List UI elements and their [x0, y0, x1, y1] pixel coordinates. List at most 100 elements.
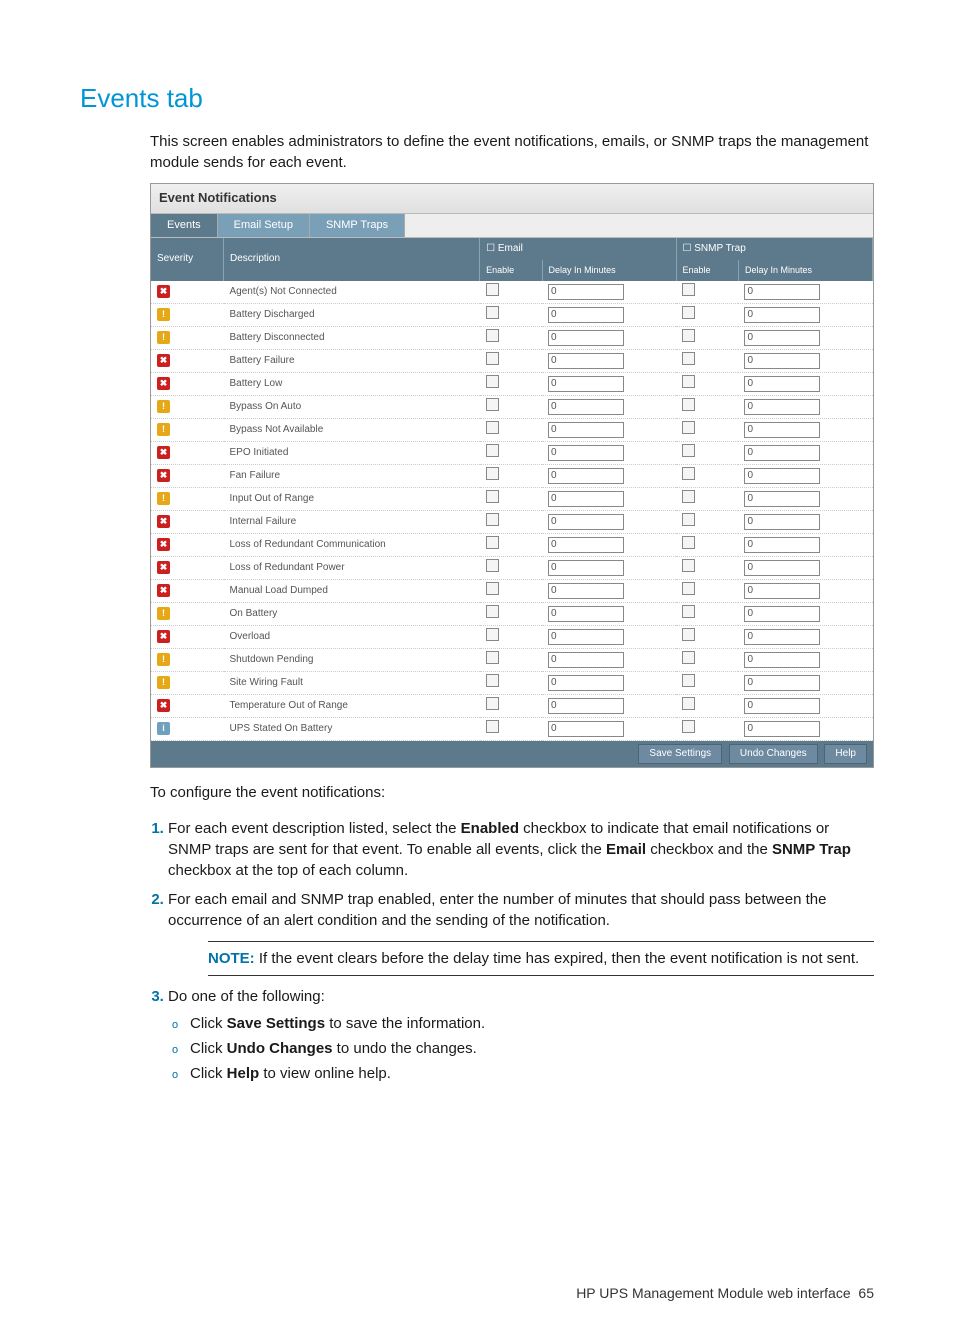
event-description: Loss of Redundant Communication [224, 533, 480, 556]
tab-snmp-traps[interactable]: SNMP Traps [310, 214, 405, 237]
tab-email-setup[interactable]: Email Setup [218, 214, 310, 237]
email-delay-input[interactable]: 0 [548, 376, 624, 392]
snmp-delay-input[interactable]: 0 [744, 537, 820, 553]
email-enable-checkbox[interactable] [486, 398, 499, 411]
email-enable-checkbox[interactable] [486, 467, 499, 480]
email-enable-checkbox[interactable] [486, 444, 499, 457]
snmp-enable-checkbox[interactable] [682, 329, 695, 342]
email-enable-checkbox[interactable] [486, 306, 499, 319]
email-delay-input[interactable]: 0 [548, 422, 624, 438]
snmp-enable-checkbox[interactable] [682, 628, 695, 641]
email-delay-input[interactable]: 0 [548, 399, 624, 415]
email-enable-checkbox[interactable] [486, 582, 499, 595]
email-enable-checkbox[interactable] [486, 605, 499, 618]
tab-events[interactable]: Events [151, 214, 218, 237]
snmp-enable-checkbox[interactable] [682, 605, 695, 618]
footer-text: HP UPS Management Module web interface [576, 1285, 850, 1301]
email-delay-input[interactable]: 0 [548, 698, 624, 714]
email-enable-checkbox[interactable] [486, 283, 499, 296]
email-delay-input[interactable]: 0 [548, 652, 624, 668]
email-delay-input[interactable]: 0 [548, 445, 624, 461]
step-1: For each event description listed, selec… [168, 818, 874, 881]
email-delay-input[interactable]: 0 [548, 583, 624, 599]
snmp-delay-input[interactable]: 0 [744, 721, 820, 737]
snmp-delay-input[interactable]: 0 [744, 606, 820, 622]
event-description: Internal Failure [224, 510, 480, 533]
undo-changes-button[interactable]: Undo Changes [729, 744, 818, 764]
snmp-enable-checkbox[interactable] [682, 283, 695, 296]
email-delay-input[interactable]: 0 [548, 560, 624, 576]
table-row: ✖Manual Load Dumped00 [151, 579, 873, 602]
email-delay-input[interactable]: 0 [548, 491, 624, 507]
snmp-enable-checkbox[interactable] [682, 674, 695, 687]
email-delay-input[interactable]: 0 [548, 468, 624, 484]
event-description: Battery Disconnected [224, 326, 480, 349]
table-row: !Bypass On Auto00 [151, 395, 873, 418]
email-enable-checkbox[interactable] [486, 536, 499, 549]
email-enable-checkbox[interactable] [486, 651, 499, 664]
email-delay-input[interactable]: 0 [548, 353, 624, 369]
snmp-delay-input[interactable]: 0 [744, 675, 820, 691]
snmp-delay-input[interactable]: 0 [744, 284, 820, 300]
snmp-delay-input[interactable]: 0 [744, 652, 820, 668]
snmp-enable-checkbox[interactable] [682, 398, 695, 411]
snmp-delay-input[interactable]: 0 [744, 468, 820, 484]
email-delay-input[interactable]: 0 [548, 721, 624, 737]
snmp-delay-input[interactable]: 0 [744, 422, 820, 438]
email-enable-checkbox[interactable] [486, 674, 499, 687]
snmp-enable-checkbox[interactable] [682, 375, 695, 388]
snmp-delay-input[interactable]: 0 [744, 307, 820, 323]
email-enable-checkbox[interactable] [486, 720, 499, 733]
email-delay-input[interactable]: 0 [548, 629, 624, 645]
email-enable-checkbox[interactable] [486, 352, 499, 365]
email-delay-input[interactable]: 0 [548, 606, 624, 622]
intro-text: This screen enables administrators to de… [150, 131, 874, 173]
snmp-delay-input[interactable]: 0 [744, 560, 820, 576]
email-enable-checkbox[interactable] [486, 421, 499, 434]
email-delay-input[interactable]: 0 [548, 284, 624, 300]
snmp-enable-checkbox[interactable] [682, 352, 695, 365]
snmp-enable-checkbox[interactable] [682, 720, 695, 733]
snmp-enable-checkbox[interactable] [682, 651, 695, 664]
email-enable-checkbox[interactable] [486, 513, 499, 526]
snmp-delay-input[interactable]: 0 [744, 514, 820, 530]
severity-icon: ✖ [157, 285, 170, 298]
snmp-enable-checkbox[interactable] [682, 513, 695, 526]
col-snmp[interactable]: ☐ SNMP Trap [676, 238, 872, 260]
email-delay-input[interactable]: 0 [548, 330, 624, 346]
save-settings-button[interactable]: Save Settings [638, 744, 722, 764]
snmp-enable-checkbox[interactable] [682, 467, 695, 480]
snmp-enable-checkbox[interactable] [682, 536, 695, 549]
email-delay-input[interactable]: 0 [548, 514, 624, 530]
email-delay-input[interactable]: 0 [548, 537, 624, 553]
email-delay-input[interactable]: 0 [548, 675, 624, 691]
snmp-enable-checkbox[interactable] [682, 697, 695, 710]
event-description: Agent(s) Not Connected [224, 281, 480, 304]
event-description: Loss of Redundant Power [224, 556, 480, 579]
snmp-enable-checkbox[interactable] [682, 490, 695, 503]
email-enable-checkbox[interactable] [486, 490, 499, 503]
snmp-delay-input[interactable]: 0 [744, 330, 820, 346]
snmp-enable-checkbox[interactable] [682, 306, 695, 319]
col-email[interactable]: ☐ Email [480, 238, 676, 260]
snmp-delay-input[interactable]: 0 [744, 698, 820, 714]
email-enable-checkbox[interactable] [486, 375, 499, 388]
snmp-enable-checkbox[interactable] [682, 444, 695, 457]
panel-title: Event Notifications [151, 184, 873, 213]
snmp-delay-input[interactable]: 0 [744, 376, 820, 392]
email-delay-input[interactable]: 0 [548, 307, 624, 323]
snmp-enable-checkbox[interactable] [682, 582, 695, 595]
email-enable-checkbox[interactable] [486, 559, 499, 572]
help-button[interactable]: Help [824, 744, 867, 764]
snmp-delay-input[interactable]: 0 [744, 399, 820, 415]
email-enable-checkbox[interactable] [486, 697, 499, 710]
snmp-delay-input[interactable]: 0 [744, 491, 820, 507]
snmp-delay-input[interactable]: 0 [744, 353, 820, 369]
snmp-delay-input[interactable]: 0 [744, 583, 820, 599]
snmp-enable-checkbox[interactable] [682, 559, 695, 572]
email-enable-checkbox[interactable] [486, 329, 499, 342]
snmp-delay-input[interactable]: 0 [744, 629, 820, 645]
snmp-enable-checkbox[interactable] [682, 421, 695, 434]
snmp-delay-input[interactable]: 0 [744, 445, 820, 461]
email-enable-checkbox[interactable] [486, 628, 499, 641]
